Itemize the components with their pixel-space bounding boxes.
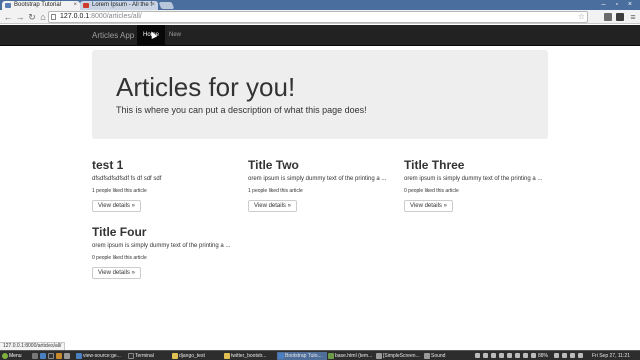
shield-icon[interactable] <box>578 353 583 358</box>
folder-launcher-icon[interactable] <box>64 353 70 359</box>
taskbar-item[interactable]: base.html (tem... <box>327 352 373 360</box>
article-excerpt: dfsdfsdfsdfsdf fs df sdf sdf <box>92 176 162 182</box>
article-likes: 1 people liked this article <box>92 188 147 194</box>
terminal-icon <box>128 353 134 359</box>
window-controls[interactable]: – ▫ × <box>602 1 636 8</box>
firefox-launcher-icon[interactable] <box>56 353 62 359</box>
menu-logo-icon <box>2 353 8 359</box>
new-tab-button[interactable] <box>158 2 175 9</box>
settings-icon[interactable] <box>562 353 567 358</box>
os-taskbar: Menu view-source:ge... Terminal django_t… <box>0 350 640 360</box>
start-menu-button[interactable]: Menu <box>1 352 22 360</box>
file-manager-icon[interactable] <box>32 353 38 359</box>
browser-tab-lorem-ipsum[interactable]: Lorem Ipsum - All the f × <box>80 1 158 10</box>
battery-icon[interactable] <box>531 353 536 358</box>
article-likes: 0 people liked this article <box>92 255 147 261</box>
browser-tab-bootstrap-tutorial[interactable]: Bootstrap Tutorial × <box>2 1 80 10</box>
taskbar-item[interactable]: django_test <box>171 352 223 360</box>
network-icon[interactable] <box>483 353 488 358</box>
view-details-button[interactable]: View details » <box>404 200 453 212</box>
address-bar[interactable]: 127.0.0.1:8000/articles/all/ ☆ <box>48 11 588 23</box>
menu-label: Menu <box>9 353 22 359</box>
keyboard-icon[interactable] <box>499 353 504 358</box>
chrome-icon <box>278 353 284 359</box>
screen-recorder-icon <box>376 353 382 359</box>
article-likes: 1 people liked this article <box>248 188 303 194</box>
user-icon[interactable] <box>570 353 575 358</box>
view-details-button[interactable]: View details » <box>92 200 141 212</box>
taskbar-item[interactable]: Terminal <box>127 352 171 360</box>
view-details-button[interactable]: View details » <box>248 200 297 212</box>
view-details-button[interactable]: View details » <box>92 267 141 279</box>
taskbar-item[interactable]: Sound <box>423 352 463 360</box>
browser-status-bar: 127.0.0.1:8000/articles/all/ <box>0 342 66 350</box>
close-tab-icon[interactable]: × <box>151 1 155 10</box>
battery-percentage: 88% <box>538 353 549 359</box>
article-card: Title Four orem ipsum is simply dummy te… <box>92 225 242 279</box>
taskbar-item[interactable]: view-source:ge... <box>75 352 127 360</box>
navbar-brand[interactable]: Articles App <box>92 25 134 46</box>
terminal-launcher-icon[interactable] <box>48 353 54 359</box>
clock: Fri Sep 27, 11:21 <box>592 353 630 359</box>
page-favicon-icon <box>5 3 11 8</box>
reload-icon[interactable]: ↻ <box>27 12 37 22</box>
wifi-icon[interactable] <box>515 353 520 358</box>
nav-item-new[interactable]: New <box>163 25 187 46</box>
article-title: Title Two <box>248 158 299 172</box>
back-arrow-icon[interactable]: ← <box>3 12 13 22</box>
bluetooth-icon[interactable] <box>491 353 496 358</box>
article-title: test 1 <box>92 158 124 172</box>
url-host: 127.0.0.1 <box>60 13 90 20</box>
chevron-up-icon[interactable] <box>507 353 512 358</box>
extension-icon[interactable] <box>604 13 612 21</box>
article-title: Title Three <box>404 158 465 172</box>
article-card: Title Three orem ipsum is simply dummy t… <box>404 158 554 212</box>
taskbar-item[interactable]: twitter_bootstr... <box>223 352 277 360</box>
bookmark-star-icon[interactable]: ☆ <box>578 12 585 22</box>
article-card: test 1 dfsdfsdfsdfsdf fs df sdf sdf 1 pe… <box>92 158 242 212</box>
extension-icon[interactable] <box>616 13 624 21</box>
info-icon[interactable] <box>475 353 480 358</box>
article-excerpt: orem ipsum is simply dummy text of the p… <box>248 176 387 182</box>
tab-title: Bootstrap Tutorial <box>14 2 62 8</box>
forward-arrow-icon[interactable]: → <box>15 12 25 22</box>
tab-title: Lorem Ipsum - All the f <box>92 2 153 8</box>
article-title: Title Four <box>92 225 147 239</box>
sound-icon <box>424 353 430 359</box>
taskbar-item[interactable]: [SimpleScreen... <box>375 352 421 360</box>
folder-icon <box>172 353 178 359</box>
page-icon <box>51 14 56 20</box>
volume-icon[interactable] <box>523 353 528 358</box>
article-likes: 0 people liked this article <box>404 188 459 194</box>
close-tab-icon[interactable]: × <box>73 1 77 10</box>
dropbox-icon[interactable] <box>554 353 559 358</box>
browser-launcher-icon[interactable] <box>40 353 46 359</box>
article-excerpt: orem ipsum is simply dummy text of the p… <box>404 176 543 182</box>
page-favicon-icon <box>83 3 89 8</box>
folder-icon <box>224 353 230 359</box>
jumbotron: Articles for you! This is where you can … <box>92 50 548 139</box>
browser-tab-strip: Bootstrap Tutorial × Lorem Ipsum - All t… <box>0 0 640 10</box>
article-card: Title Two orem ipsum is simply dummy tex… <box>248 158 398 212</box>
page-description: This is where you can put a description … <box>116 105 367 115</box>
browser-toolbar: ← → ↻ ⌂ 127.0.0.1:8000/articles/all/ ☆ ≡ <box>0 10 640 24</box>
article-excerpt: orem ipsum is simply dummy text of the p… <box>92 243 231 249</box>
text-editor-icon <box>328 353 334 359</box>
page-title: Articles for you! <box>116 72 296 102</box>
chrome-menu-icon[interactable]: ≡ <box>628 12 638 22</box>
taskbar-item[interactable]: Bootstrap Tuto... <box>277 352 327 360</box>
chrome-icon <box>76 353 82 359</box>
site-navbar: Articles App Home New <box>0 25 640 46</box>
home-icon[interactable]: ⌂ <box>38 12 48 22</box>
url-path: :8000/articles/all/ <box>89 13 142 20</box>
